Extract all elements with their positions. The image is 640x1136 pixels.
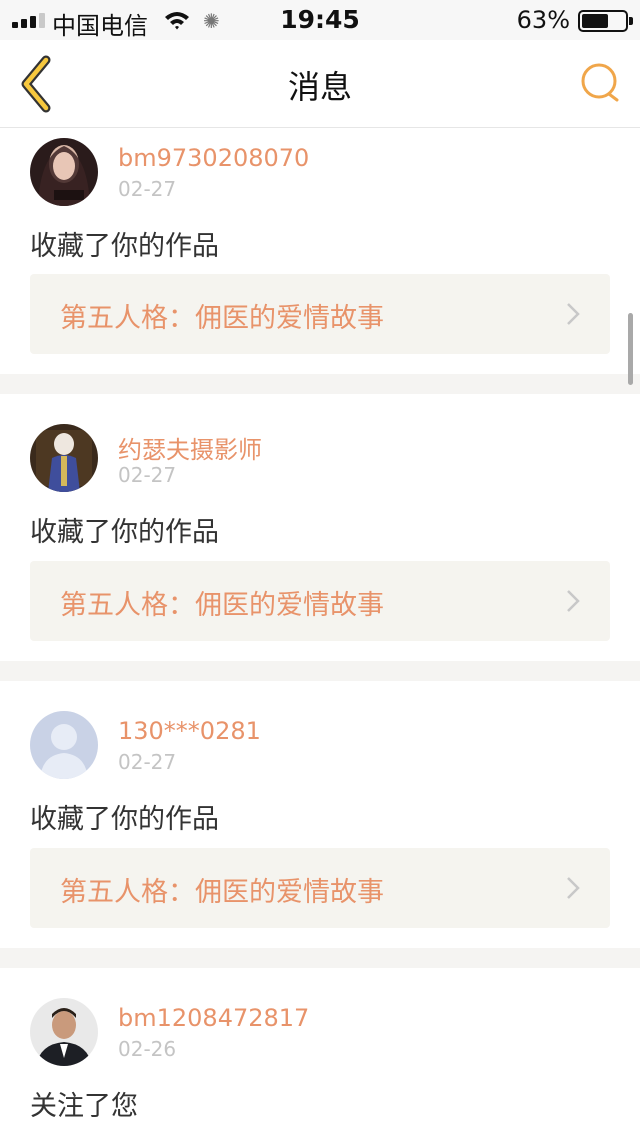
default-avatar-icon[interactable] [30,711,98,779]
carrier-name: 中国电信 [52,12,148,40]
page-title: 消息 [287,68,352,106]
chevron-right-icon [567,877,580,899]
search-button[interactable] [578,60,622,104]
signal-strength-icon [12,13,45,28]
message-item: 130***0281 02-27 收藏了你的作品 第五人格：佣医的爱情故事 [0,681,640,948]
message-action: 收藏了你的作品 [30,517,219,548]
username[interactable]: 约瑟夫摄影师 [118,430,262,465]
work-link[interactable]: 第五人格：佣医的爱情故事 [30,274,610,354]
username[interactable]: 130***0281 [118,717,261,745]
work-title: 第五人格：佣医的爱情故事 [60,303,384,334]
chevron-left-icon [21,55,51,113]
chevron-right-icon [567,303,580,325]
chevron-right-icon [567,590,580,612]
message-action: 关注了您 [30,1091,138,1122]
back-button[interactable] [16,54,66,114]
message-date: 02-26 [118,1037,177,1061]
message-action: 收藏了你的作品 [30,231,219,262]
message-item: bm1208472817 02-26 关注了您 [0,968,640,1136]
battery-percentage: 63% [516,6,570,34]
message-item: 约瑟夫摄影师 02-27 收藏了你的作品 第五人格：佣医的爱情故事 [0,394,640,661]
battery-icon [578,10,633,32]
work-link[interactable]: 第五人格：佣医的爱情故事 [30,561,610,641]
username[interactable]: bm9730208070 [118,144,309,172]
wifi-icon [164,10,190,34]
message-item: bm9730208070 02-27 收藏了你的作品 第五人格：佣医的爱情故事 [0,128,640,374]
search-icon [581,63,619,102]
user-avatar[interactable] [30,424,98,492]
status-bar: 中国电信 ✺ 19:45 63% [0,0,640,40]
work-title: 第五人格：佣医的爱情故事 [60,590,384,621]
loading-spinner-icon: ✺ [203,9,220,33]
section-divider [0,661,640,681]
message-action: 收藏了你的作品 [30,804,219,835]
section-divider [0,374,640,394]
username[interactable]: bm1208472817 [118,1004,309,1032]
user-avatar[interactable] [30,998,98,1066]
message-list[interactable]: bm9730208070 02-27 收藏了你的作品 第五人格：佣医的爱情故事 … [0,128,640,1136]
section-divider [0,948,640,968]
message-date: 02-27 [118,463,177,487]
work-title: 第五人格：佣医的爱情故事 [60,877,384,908]
user-avatar[interactable] [30,138,98,206]
scrollbar[interactable] [628,313,633,385]
message-date: 02-27 [118,177,177,201]
work-link[interactable]: 第五人格：佣医的爱情故事 [30,848,610,928]
navigation-bar: 消息 [0,40,640,128]
message-date: 02-27 [118,750,177,774]
